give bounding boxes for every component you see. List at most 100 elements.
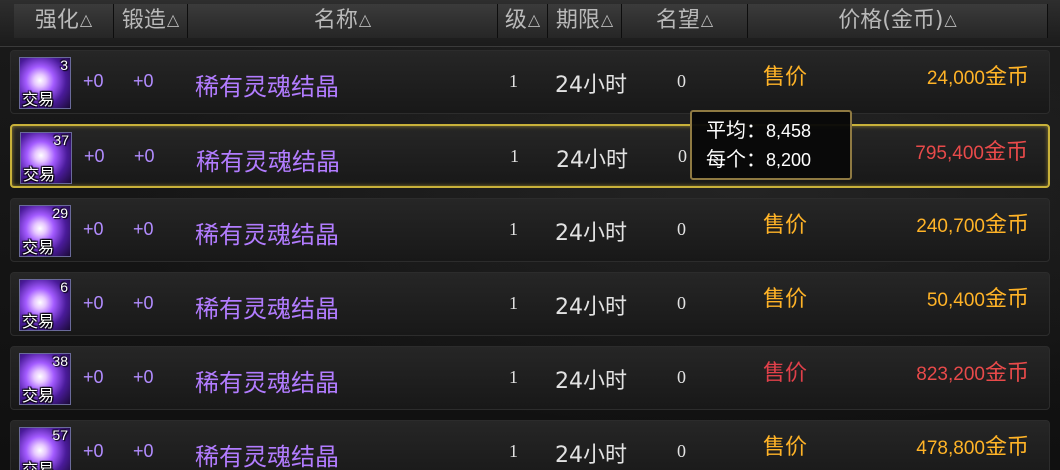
header-name-label: 名称 bbox=[313, 8, 358, 33]
price-unit: 金币 bbox=[984, 287, 1029, 312]
price-unit: 金币 bbox=[984, 435, 1029, 460]
forge-value: +0 bbox=[133, 441, 154, 461]
tooltip-average-label: 平均： bbox=[706, 118, 766, 142]
item-quantity: 6 bbox=[60, 279, 68, 295]
item-fame: 0 bbox=[677, 367, 686, 387]
forge-value: +0 bbox=[133, 71, 154, 91]
sort-triangle-icon: △ bbox=[600, 10, 614, 29]
table-row[interactable]: 57 交易 +0 +0 稀有灵魂结晶 1 24小时 0 售价 478,800金币 bbox=[10, 420, 1050, 470]
enhance-value: +0 bbox=[83, 367, 104, 387]
header-forge-label: 锻造 bbox=[121, 8, 166, 33]
item-level: 1 bbox=[509, 367, 518, 387]
soul-crystal-icon[interactable]: 29 交易 bbox=[19, 205, 71, 257]
tradeable-tag: 交易 bbox=[22, 312, 55, 331]
item-price: 240,700金币 bbox=[916, 207, 1029, 239]
sort-triangle-icon: △ bbox=[358, 10, 372, 29]
soul-crystal-icon[interactable]: 38 交易 bbox=[19, 353, 71, 405]
header-duration-label: 期限 bbox=[555, 8, 600, 33]
price-amount: 823,200 bbox=[916, 364, 985, 385]
forge-value: +0 bbox=[134, 146, 155, 166]
sort-triangle-icon: △ bbox=[527, 10, 541, 29]
header-price[interactable]: 价格(金币)△ bbox=[748, 4, 1048, 38]
sort-triangle-icon: △ bbox=[700, 10, 714, 29]
forge-value: +0 bbox=[133, 219, 154, 239]
sell-label: 售价 bbox=[763, 361, 808, 386]
forge-value: +0 bbox=[133, 293, 154, 313]
soul-crystal-icon[interactable]: 6 交易 bbox=[19, 279, 71, 331]
sort-triangle-icon: △ bbox=[79, 10, 93, 29]
sell-label: 售价 bbox=[763, 287, 808, 312]
soul-crystal-icon[interactable]: 57 交易 bbox=[19, 427, 71, 470]
sell-label: 售价 bbox=[763, 65, 808, 90]
item-name: 稀有灵魂结晶 bbox=[195, 73, 339, 101]
item-price: 795,400金币 bbox=[915, 134, 1028, 166]
tooltip-each-value: 8,200 bbox=[766, 150, 812, 170]
item-duration: 24小时 bbox=[556, 148, 628, 173]
item-level: 1 bbox=[509, 219, 518, 239]
item-fame: 0 bbox=[678, 146, 687, 166]
sell-label: 售价 bbox=[763, 213, 808, 238]
item-duration: 24小时 bbox=[555, 221, 627, 246]
tradeable-tag: 交易 bbox=[22, 386, 55, 405]
tooltip-each-label: 每个： bbox=[706, 147, 766, 171]
column-header-bar: 强化△ 锻造△ 名称△ 级△ 期限△ 名望△ 价格(金币)△ bbox=[0, 0, 1060, 47]
tooltip-average-line: 平均：8,458 bbox=[706, 116, 836, 145]
price-unit: 金币 bbox=[984, 361, 1029, 386]
item-fame: 0 bbox=[677, 71, 686, 91]
item-name: 稀有灵魂结晶 bbox=[195, 443, 339, 470]
item-quantity: 57 bbox=[52, 427, 68, 443]
item-price: 50,400金币 bbox=[927, 281, 1029, 313]
table-row[interactable]: 6 交易 +0 +0 稀有灵魂结晶 1 24小时 0 售价 50,400金币 bbox=[10, 272, 1050, 336]
item-fame: 0 bbox=[677, 441, 686, 461]
soul-crystal-icon[interactable]: 3 交易 bbox=[19, 57, 71, 109]
enhance-value: +0 bbox=[83, 441, 104, 461]
tooltip-each-line: 每个：8,200 bbox=[706, 145, 836, 174]
item-level: 1 bbox=[509, 71, 518, 91]
table-row-selected[interactable]: 37 交易 +0 +0 稀有灵魂结晶 1 24小时 0 795,400金币 bbox=[10, 124, 1050, 188]
header-fame[interactable]: 名望△ bbox=[622, 4, 748, 38]
item-level: 1 bbox=[509, 441, 518, 461]
forge-value: +0 bbox=[133, 367, 154, 387]
item-level: 1 bbox=[509, 293, 518, 313]
item-price: 478,800金币 bbox=[916, 429, 1029, 461]
table-row[interactable]: 29 交易 +0 +0 稀有灵魂结晶 1 24小时 0 售价 240,700金币 bbox=[10, 198, 1050, 262]
header-forge[interactable]: 锻造△ bbox=[114, 4, 188, 38]
item-quantity: 29 bbox=[52, 205, 68, 221]
item-level: 1 bbox=[510, 146, 519, 166]
item-quantity: 3 bbox=[60, 57, 68, 73]
header-enhance-label: 强化 bbox=[34, 8, 79, 33]
tradeable-tag: 交易 bbox=[22, 238, 55, 257]
item-price: 24,000金币 bbox=[927, 59, 1029, 91]
sort-triangle-icon: △ bbox=[944, 10, 957, 29]
item-name: 稀有灵魂结晶 bbox=[195, 221, 339, 249]
table-row[interactable]: 38 交易 +0 +0 稀有灵魂结晶 1 24小时 0 售价 823,200金币 bbox=[10, 346, 1050, 410]
tooltip-average-value: 8,458 bbox=[766, 121, 812, 141]
enhance-value: +0 bbox=[83, 71, 104, 91]
price-unit: 金币 bbox=[984, 213, 1029, 238]
price-unit: 金币 bbox=[984, 65, 1029, 90]
item-name: 稀有灵魂结晶 bbox=[195, 369, 339, 397]
price-amount: 795,400 bbox=[915, 143, 984, 164]
table-row[interactable]: 3 交易 +0 +0 稀有灵魂结晶 1 24小时 0 售价 24,000金币 bbox=[10, 50, 1050, 114]
item-duration: 24小时 bbox=[555, 443, 627, 468]
item-fame: 0 bbox=[677, 293, 686, 313]
header-name[interactable]: 名称△ bbox=[188, 4, 498, 38]
header-duration[interactable]: 期限△ bbox=[548, 4, 622, 38]
price-amount: 240,700 bbox=[916, 216, 985, 237]
item-duration: 24小时 bbox=[555, 369, 627, 394]
item-duration: 24小时 bbox=[555, 295, 627, 320]
sell-label: 售价 bbox=[763, 435, 808, 460]
item-name: 稀有灵魂结晶 bbox=[196, 148, 340, 176]
header-level-label: 级 bbox=[504, 8, 527, 33]
item-price: 823,200金币 bbox=[916, 355, 1029, 387]
price-amount: 50,400 bbox=[926, 290, 985, 311]
item-name: 稀有灵魂结晶 bbox=[195, 295, 339, 323]
enhance-value: +0 bbox=[83, 293, 104, 313]
header-level[interactable]: 级△ bbox=[498, 4, 548, 38]
soul-crystal-icon[interactable]: 37 交易 bbox=[20, 132, 72, 184]
header-fame-label: 名望 bbox=[655, 8, 700, 33]
header-enhance[interactable]: 强化△ bbox=[14, 4, 114, 38]
tradeable-tag: 交易 bbox=[23, 165, 56, 184]
header-price-label: 价格(金币) bbox=[838, 8, 944, 33]
tradeable-tag: 交易 bbox=[22, 460, 55, 470]
